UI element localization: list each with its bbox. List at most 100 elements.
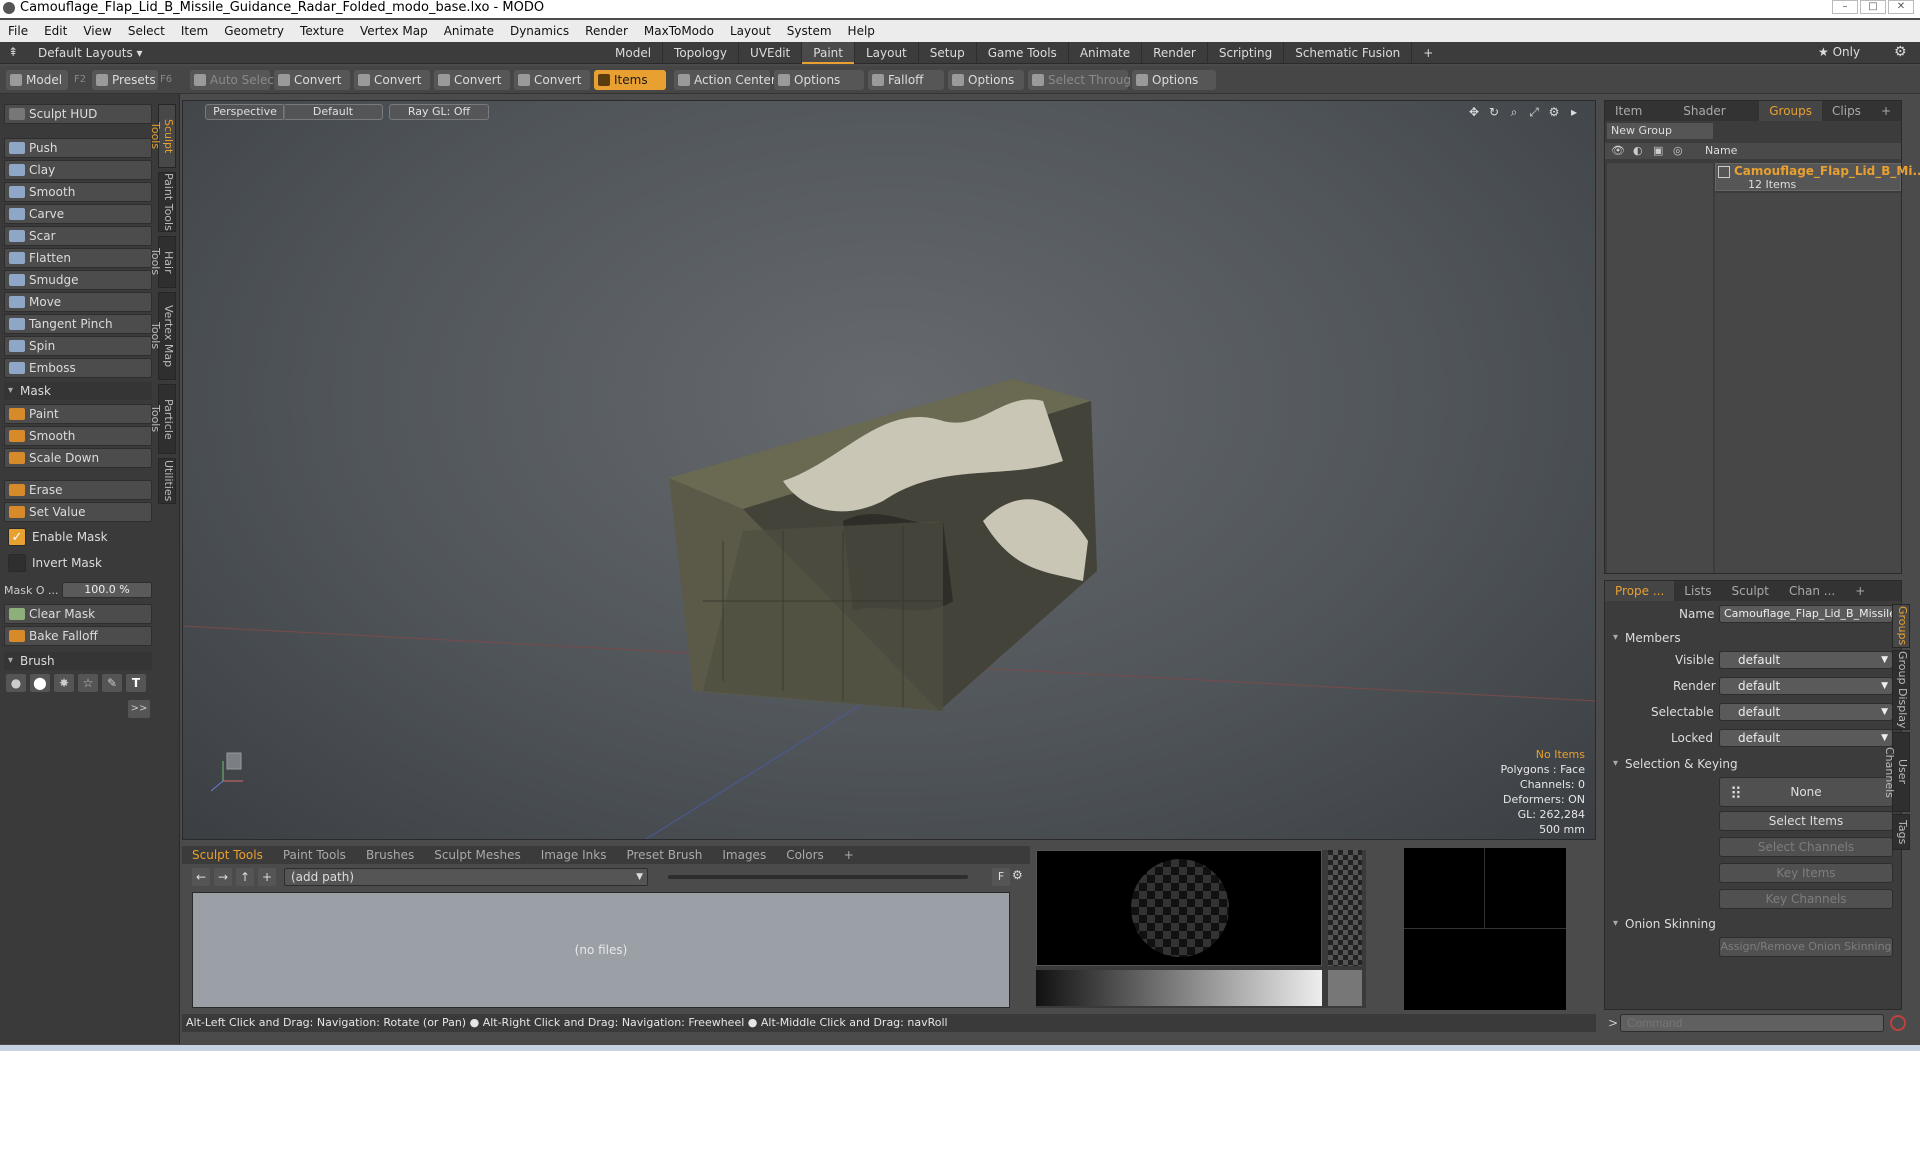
gear-icon[interactable]: ⚙ — [1894, 44, 1907, 60]
render-dropdown[interactable]: default ▼ — [1719, 677, 1893, 695]
name-field[interactable]: Camouflage_Flap_Lid_B_Missile_G — [1719, 605, 1893, 623]
convert-materials-button[interactable]: Convert — [514, 70, 590, 90]
tool-tangent-pinch[interactable]: Tangent Pinch — [4, 314, 152, 334]
tab-add[interactable]: + — [1871, 101, 1901, 121]
menu-maxtomodo[interactable]: MaxToModo — [636, 24, 722, 38]
convert-edges-button[interactable]: Convert — [354, 70, 430, 90]
layout-tab-topology[interactable]: Topology — [663, 42, 740, 64]
command-input[interactable] — [1620, 1014, 1884, 1032]
members-section[interactable]: Members — [1611, 629, 1681, 647]
layout-tab-layout[interactable]: Layout — [855, 42, 919, 64]
tab-channels[interactable]: Chan ... — [1779, 581, 1845, 601]
layout-tab-uvedit[interactable]: UVEdit — [739, 42, 803, 64]
vtab-particle-tools[interactable]: Particle Tools — [149, 384, 176, 454]
btab-preset-brush[interactable]: Preset Brush — [616, 846, 712, 864]
procedural-brush-icon[interactable]: ✎ — [102, 674, 122, 692]
action-center-options-button[interactable]: Options — [774, 70, 864, 90]
menu-file[interactable]: File — [0, 24, 36, 38]
key-items-button[interactable]: Key Items — [1719, 863, 1893, 883]
tab-sculpt[interactable]: Sculpt — [1722, 581, 1779, 601]
btab-sculpt-meshes[interactable]: Sculpt Meshes — [424, 846, 531, 864]
tab-shader-tree[interactable]: Shader Tree — [1673, 101, 1759, 138]
layout-tab-scripting[interactable]: Scripting — [1208, 42, 1285, 64]
selectable-dropdown[interactable]: default ▼ — [1719, 703, 1893, 721]
only-toggle[interactable]: ★ Only — [1818, 45, 1860, 59]
vtab-utilities[interactable]: Utilities — [158, 458, 176, 504]
path-dropdown[interactable]: (add path) ▼ — [284, 868, 648, 886]
menu-animate[interactable]: Animate — [436, 24, 502, 38]
layout-tab-paint[interactable]: Paint — [802, 42, 855, 64]
convert-vertices-button[interactable]: Convert — [274, 70, 350, 90]
btab-image-inks[interactable]: Image Inks — [531, 846, 617, 864]
parent-folder-icon[interactable]: ↑ — [236, 868, 254, 886]
tab-item-list[interactable]: Item List — [1605, 101, 1673, 138]
vtab-sculpt-tools[interactable]: Sculpt Tools — [149, 104, 176, 168]
sculpt-hud-button[interactable]: Sculpt HUD — [4, 104, 152, 124]
tool-spin[interactable]: Spin — [4, 336, 152, 356]
thumbnail-size-slider[interactable] — [668, 875, 968, 879]
vtab-group-display[interactable]: Group Display — [1892, 650, 1910, 730]
visible-dropdown[interactable]: default ▼ — [1719, 651, 1893, 669]
action-center-button[interactable]: Action Center — [674, 70, 776, 90]
render-icon[interactable]: ◐ — [1633, 143, 1643, 159]
mask-section-header[interactable]: Mask — [4, 382, 152, 400]
tool-push[interactable]: Push — [4, 138, 152, 158]
browser-settings-icon[interactable]: ⚙ — [1012, 868, 1028, 886]
layout-pin-icon[interactable]: ⇞ — [8, 45, 18, 59]
name-column-header[interactable]: Name — [1705, 143, 1737, 159]
new-group-button[interactable]: New Group — [1607, 123, 1713, 139]
tool-carve[interactable]: Carve — [4, 204, 152, 224]
mask-opacity-field[interactable]: 100.0 % — [62, 582, 152, 598]
default-layouts-dropdown[interactable]: Default Layouts ▾ — [38, 46, 143, 60]
menu-edit[interactable]: Edit — [36, 24, 75, 38]
minimize-icon[interactable]: – — [1832, 0, 1858, 14]
selectable-icon[interactable]: ◎ — [1673, 143, 1683, 159]
menu-layout[interactable]: Layout — [722, 24, 779, 38]
tool-flatten[interactable]: Flatten — [4, 248, 152, 268]
filter-button[interactable]: F — [992, 868, 1010, 886]
expand-brush-button[interactable]: >> — [128, 700, 150, 718]
auto-select-button[interactable]: Auto Select — [190, 70, 279, 90]
assign-onion-skinning-button[interactable]: Assign/Remove Onion Skinning — [1719, 937, 1893, 957]
menu-dynamics[interactable]: Dynamics — [502, 24, 577, 38]
vtab-paint-tools[interactable]: Paint Tools — [158, 172, 176, 232]
mask-tool-smooth[interactable]: Smooth — [4, 426, 152, 446]
tab-clips[interactable]: Clips — [1822, 101, 1871, 121]
select-through-button[interactable]: Select Through — [1028, 70, 1139, 90]
tool-clay[interactable]: Clay — [4, 160, 152, 180]
lock-icon[interactable]: ▣ — [1653, 143, 1663, 159]
groups-tree-area[interactable] — [1715, 193, 1901, 573]
vtab-groups[interactable]: Groups — [1892, 604, 1910, 648]
key-channels-button[interactable]: Key Channels — [1719, 889, 1893, 909]
model-button[interactable]: Model — [6, 70, 68, 90]
eye-icon[interactable]: 👁 — [1611, 143, 1625, 159]
selection-keying-section[interactable]: Selection & Keying — [1611, 755, 1738, 773]
soft-brush-icon[interactable]: ● — [6, 674, 26, 692]
menu-vertex-map[interactable]: Vertex Map — [352, 24, 436, 38]
vtab-tags[interactable]: Tags — [1892, 814, 1910, 850]
bake-falloff-button[interactable]: Bake Falloff — [4, 626, 152, 646]
btab-colors[interactable]: Colors — [776, 846, 834, 864]
back-icon[interactable]: ← — [192, 868, 210, 886]
menu-select[interactable]: Select — [120, 24, 173, 38]
tab-properties[interactable]: Prope ... — [1605, 581, 1675, 601]
layout-tab-schematic-fusion[interactable]: Schematic Fusion — [1284, 42, 1413, 64]
group-row[interactable]: Camouflage_Flap_Lid_B_Mi... 12 Items — [1715, 163, 1920, 191]
invert-mask-checkbox[interactable] — [8, 554, 26, 572]
mask-erase-button[interactable]: Erase — [4, 480, 152, 500]
tab-lists[interactable]: Lists — [1674, 581, 1721, 601]
maximize-icon[interactable]: □ — [1860, 0, 1886, 14]
menu-system[interactable]: System — [779, 24, 840, 38]
clear-mask-button[interactable]: Clear Mask — [4, 604, 152, 624]
vtab-user-channels[interactable]: User Channels — [1883, 732, 1910, 812]
text-brush-icon[interactable]: T — [126, 674, 146, 692]
layout-tab-setup[interactable]: Setup — [919, 42, 977, 64]
file-browser-area[interactable]: (no files) — [192, 892, 1010, 1008]
btab-add[interactable]: + — [834, 846, 864, 864]
selection-none-button[interactable]: ⠿ None — [1719, 777, 1893, 807]
btab-sculpt-tools[interactable]: Sculpt Tools — [182, 846, 273, 864]
falloff-options-button[interactable]: Options — [948, 70, 1024, 90]
3d-viewport[interactable]: Perspective Default Ray GL: Off ✥ ↻ ⌕ ⤢ … — [182, 100, 1596, 840]
layout-tab-model[interactable]: Model — [604, 42, 664, 64]
locked-dropdown[interactable]: default ▼ — [1719, 729, 1893, 747]
